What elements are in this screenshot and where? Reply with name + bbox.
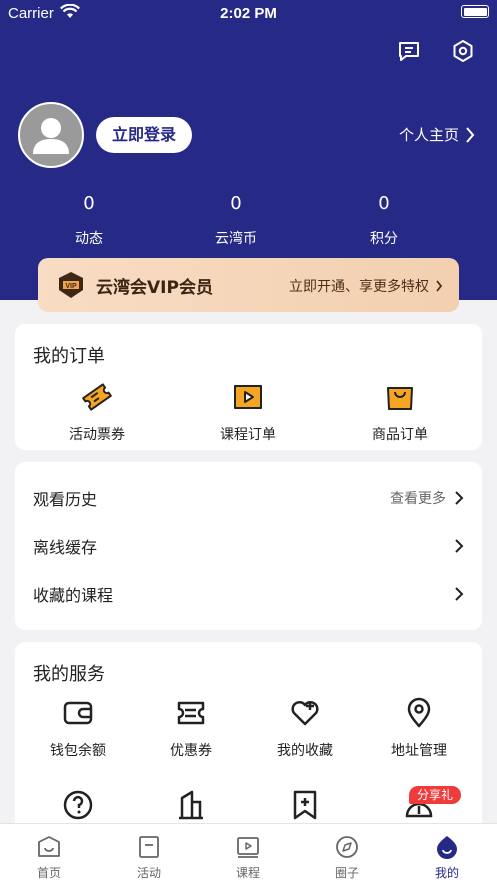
chevron-right-icon [455,491,464,505]
tab-circle[interactable]: 圈子 [312,834,382,881]
compass-icon [336,836,358,858]
list-item-label: 离线缓存 [33,538,98,557]
location-pin-icon [407,697,431,728]
order-courses[interactable]: 课程订单 [193,380,303,444]
list-item-watch-history[interactable]: 观看历史 查看更多 [33,478,464,518]
tab-bar: 首页 活动 课程 圈子 我的 [0,823,497,883]
stat-label: 积分 [370,231,398,247]
service-address-label: 地址管理 [391,743,447,759]
order-goods[interactable]: 商品订单 [345,380,455,444]
tab-home[interactable]: 首页 [14,834,84,881]
stat-points[interactable]: 0 积分 [324,192,444,248]
chevron-right-icon [436,280,443,292]
stat-value: 0 [230,193,242,214]
course-icon [237,837,259,858]
heart-plus-icon [291,700,319,726]
tab-activities[interactable]: 活动 [114,834,184,881]
vip-title: 云湾会VIP会员 [96,278,213,298]
chevron-right-icon [466,126,475,143]
service-coupons-label: 优惠券 [170,743,212,759]
message-icon[interactable] [396,38,422,64]
list-item-offline-cache[interactable]: 离线缓存 [33,526,464,566]
vip-action-label: 立即开通、享更多特权 [289,279,429,295]
wallet-icon [63,701,93,725]
tab-label: 我的 [434,866,459,880]
help-icon[interactable] [61,788,95,822]
services-title: 我的服务 [33,664,105,685]
share-gift-badge: 分享礼 [409,786,462,804]
stat-coins[interactable]: 0 云湾币 [176,192,296,248]
battery-icon [461,5,489,18]
service-wallet[interactable]: 钱包余额 [23,696,133,760]
stat-label: 云湾币 [215,231,257,247]
stat-value: 0 [83,193,95,214]
tab-mine[interactable]: 我的 [412,834,482,881]
settings-icon[interactable] [450,38,476,64]
service-wallet-label: 钱包余额 [50,743,106,759]
stat-posts[interactable]: 0 动态 [29,192,149,248]
tab-label: 圈子 [334,866,359,880]
activity-icon [139,836,159,858]
service-coupons[interactable]: 优惠券 [136,696,246,760]
service-address[interactable]: 地址管理 [364,696,474,760]
services-card: 我的服务 钱包余额 优惠券 我的收藏 地址管理 [15,642,482,842]
vip-banner[interactable]: VIP 云湾会VIP会员 立即开通、享更多特权 [38,258,459,312]
history-card: 观看历史 查看更多 离线缓存 收藏的课程 [15,462,482,630]
bookmark-plus-icon[interactable] [288,788,322,822]
tab-label: 首页 [36,866,61,880]
course-order-icon [234,385,262,409]
status-bar: Carrier 2:02 PM [0,0,497,26]
order-courses-label: 课程订单 [220,427,276,443]
personal-homepage-link[interactable]: 个人主页 [399,124,475,145]
service-favorites[interactable]: 我的收藏 [250,696,360,760]
order-tickets[interactable]: 活动票券 [42,380,152,444]
bag-icon [387,387,413,410]
coupon-icon [177,701,205,725]
chevron-right-icon [455,587,464,601]
list-item-label: 观看历史 [33,490,98,509]
orders-card: 我的订单 活动票券 课程订单 商品订单 [15,324,482,450]
default-avatar-icon [33,118,69,154]
tab-label: 活动 [136,866,161,880]
home-icon [38,836,60,857]
list-item-label: 收藏的课程 [33,586,114,605]
login-button[interactable]: 立即登录 [96,117,192,153]
view-more-label: 查看更多 [390,491,446,507]
order-tickets-label: 活动票券 [69,427,125,443]
orders-title: 我的订单 [33,346,105,367]
avatar[interactable] [18,102,84,168]
tab-courses[interactable]: 课程 [213,834,283,881]
personal-homepage-label: 个人主页 [398,126,459,144]
ticket-icon [82,383,112,411]
tab-label: 课程 [235,866,260,880]
stat-value: 0 [378,193,390,214]
mine-icon [437,836,457,859]
stat-label: 动态 [75,231,103,247]
vip-badge-text: VIP [65,283,77,290]
building-icon[interactable] [174,788,208,822]
service-favorites-label: 我的收藏 [277,743,333,759]
list-item-saved-courses[interactable]: 收藏的课程 [33,574,464,614]
chevron-right-icon [455,539,464,553]
vip-crown-icon: VIP [59,272,83,298]
vip-open-link[interactable]: 立即开通、享更多特权 [289,276,443,296]
clock: 2:02 PM [220,5,277,22]
order-goods-label: 商品订单 [372,427,428,443]
